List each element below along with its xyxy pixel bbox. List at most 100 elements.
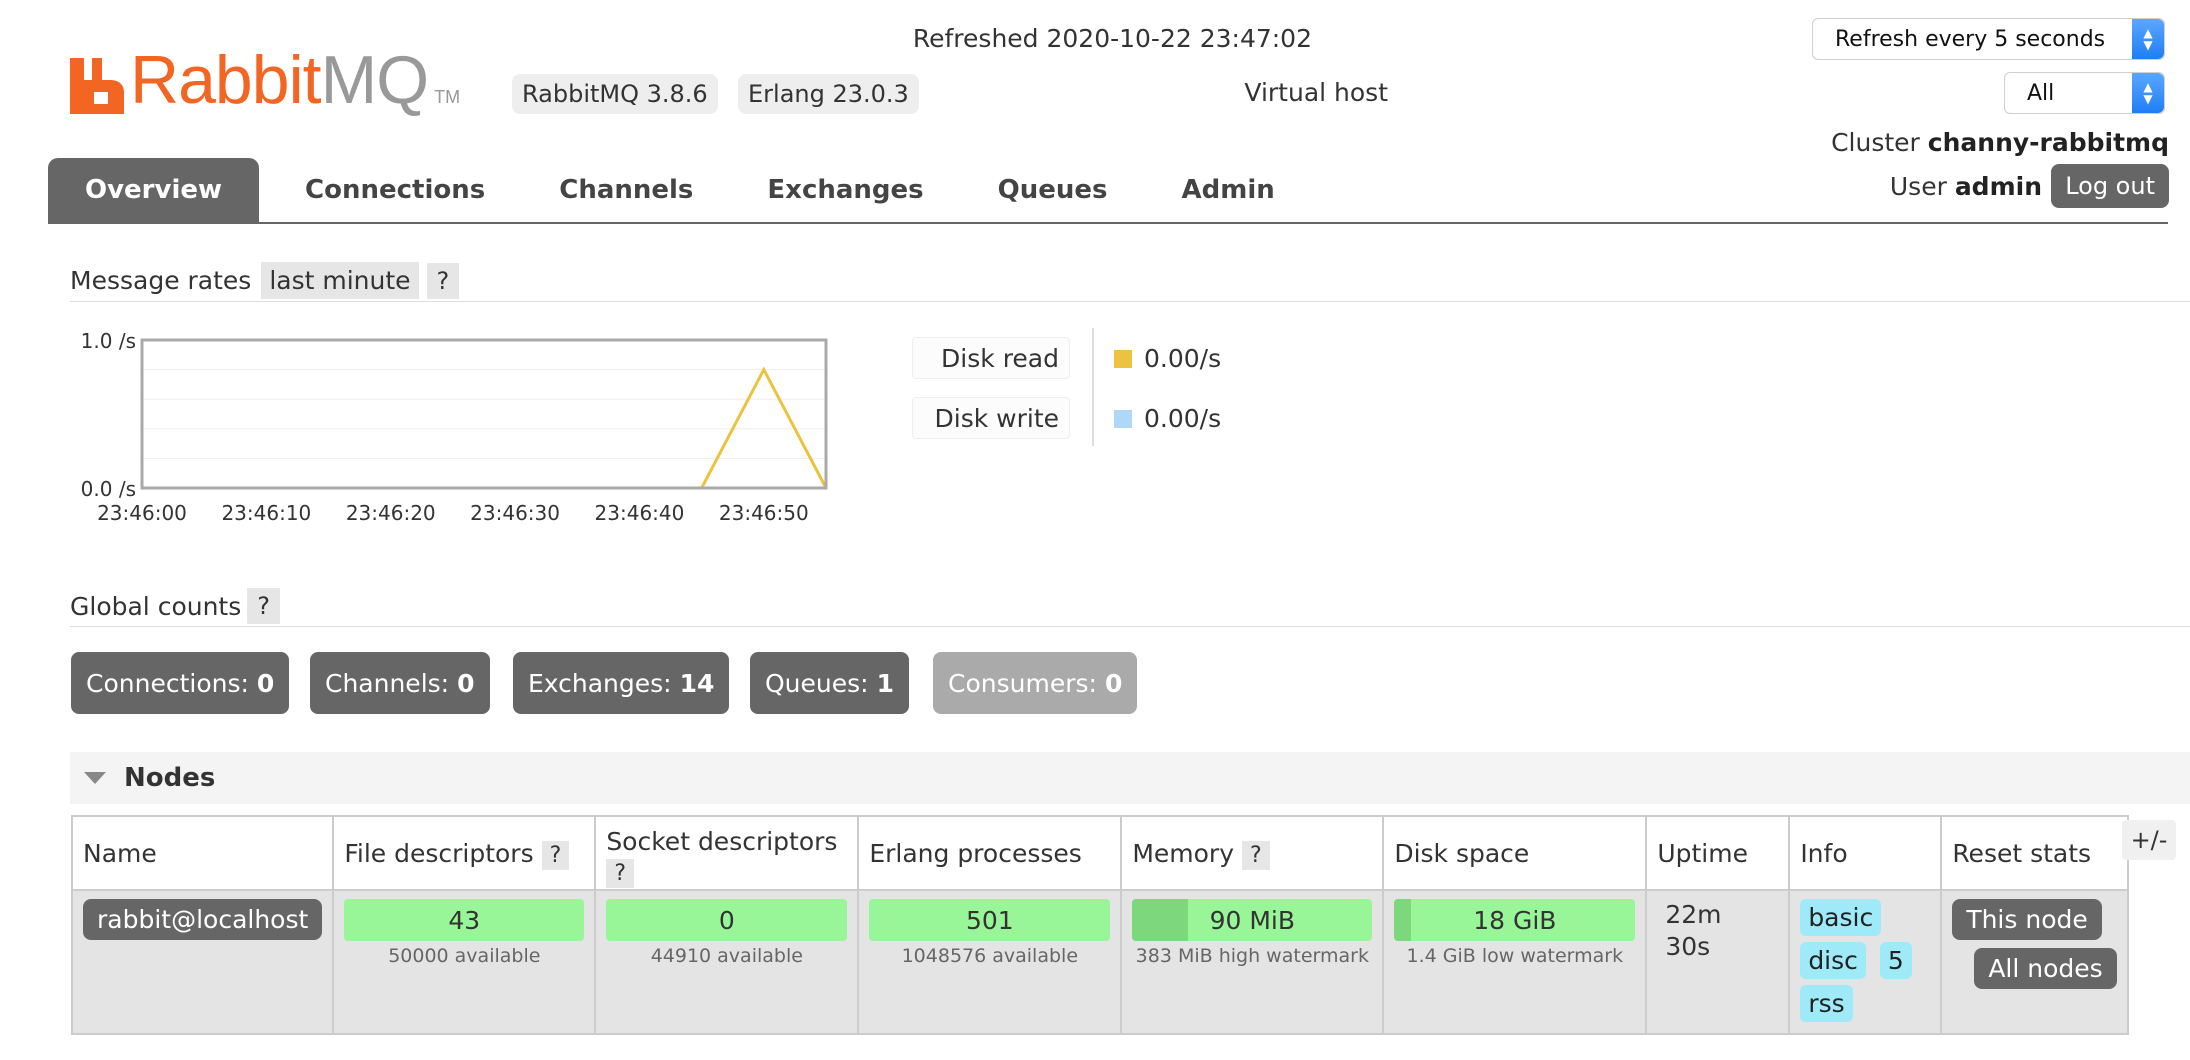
queues-count-label: Queues: (765, 668, 869, 698)
channels-count-value: 0 (457, 668, 475, 698)
logout-button[interactable]: Log out (2051, 164, 2169, 208)
exchanges-count-label: Exchanges: (528, 668, 672, 698)
legend-disk-write[interactable]: Disk write (912, 397, 1070, 439)
channels-count-button[interactable]: Channels: 0 (310, 652, 490, 714)
cell-node-name: rabbit@localhost (70, 889, 335, 1035)
global-counts-title: Global counts (70, 591, 242, 621)
cell-memory: 90 MiB 383 MiB high watermark (1120, 889, 1385, 1035)
queues-count-value: 1 (876, 668, 894, 698)
col-uptime: Uptime (1645, 815, 1791, 891)
reset-this-node-button[interactable]: This node (1952, 899, 2102, 940)
user-name: admin (1954, 172, 2042, 201)
connections-count-button[interactable]: Connections: 0 (71, 652, 290, 714)
legend-disk-read[interactable]: Disk read (912, 337, 1070, 379)
tab-connections[interactable]: Connections (268, 158, 522, 222)
memory-help-button[interactable]: ? (1241, 840, 1270, 870)
section-divider (70, 301, 2190, 302)
y-tick-label: 0.0 /s (81, 477, 136, 501)
disk-space-gauge: 18 GiB (1394, 899, 1636, 941)
col-name: Name (70, 815, 335, 891)
refresh-interval-value: Refresh every 5 seconds (1835, 26, 2106, 52)
memory-gauge: 90 MiB (1132, 899, 1373, 941)
virtual-host-label: Virtual host (1244, 78, 1388, 107)
exchanges-count-value: 14 (679, 668, 715, 698)
uptime-seconds: 30s (1665, 932, 1711, 961)
info-tag-basic: basic (1800, 899, 1882, 936)
memory-watermark: 383 MiB high watermark (1135, 945, 1369, 967)
cluster-name: channy-rabbitmq (1927, 128, 2169, 157)
select-arrows-icon: ▲ ▼ (2132, 19, 2164, 59)
refresh-interval-select[interactable]: Refresh every 5 seconds ▲ ▼ (1812, 18, 2165, 60)
tab-admin[interactable]: Admin (1145, 158, 1312, 222)
message-rates-help-button[interactable]: ? (426, 262, 460, 299)
x-tick-label: 23:46:20 (346, 501, 436, 525)
tab-overview[interactable]: Overview (48, 158, 260, 222)
logo-mq-text: MQ (320, 42, 430, 118)
connections-count-value: 0 (256, 668, 275, 698)
disk-read-rate: 0.00/s (1144, 344, 1222, 373)
consumers-count-label: Consumers: (948, 668, 1097, 698)
columns-toggle-button[interactable]: +/- (2122, 820, 2176, 860)
logo-tm-text: TM (434, 87, 461, 107)
select-arrows-icon: ▲ ▼ (2132, 73, 2164, 113)
x-tick-label: 23:46:40 (595, 501, 685, 525)
consumers-count-button[interactable]: Consumers: 0 (933, 652, 1138, 714)
channels-count-label: Channels: (325, 668, 450, 698)
tab-divider (48, 222, 2168, 224)
file-descriptors-available: 50000 available (388, 945, 541, 967)
node-name-link[interactable]: rabbit@localhost (83, 899, 323, 940)
logo-rabbit-text: Rabbit (130, 42, 322, 118)
tab-exchanges[interactable]: Exchanges (730, 158, 960, 222)
exchanges-count-button[interactable]: Exchanges: 14 (513, 652, 730, 714)
col-disk-space: Disk space (1382, 815, 1648, 891)
legend-disk-read-value: 0.00/s (1114, 344, 1221, 373)
socket-descriptors-gauge: 0 (606, 899, 848, 941)
info-tag-disc: disc (1800, 942, 1866, 979)
info-tag-count: 5 (1879, 942, 1912, 979)
cluster-info: Cluster channy-rabbitmq (1831, 128, 2169, 157)
info-tag-rss: rss (1800, 985, 1853, 1022)
consumers-count-value: 0 (1104, 668, 1123, 698)
user-info: User admin (1890, 172, 2042, 201)
virtual-host-select[interactable]: All ▲ ▼ (2004, 72, 2165, 114)
user-label: User (1889, 172, 1947, 201)
table-row: rabbit@localhost 43 50000 available 0 44… (70, 889, 2129, 1035)
socket-descriptors-help-button[interactable]: ? (606, 859, 634, 888)
message-rates-title: Message rates (70, 266, 252, 295)
nodes-title: Nodes (124, 763, 216, 793)
message-rates-chart: 0.0 /s 1.0 /s 23:46:00 23:46:10 23:46:20 23:4… (81, 330, 828, 525)
virtual-host-value: All (2027, 80, 2055, 106)
cell-reset-stats: This node All nodes (1940, 889, 2129, 1035)
plot-background (142, 340, 826, 488)
message-rates-header: Message rates last minute ? (70, 262, 460, 299)
disk-write-rate: 0.00/s (1144, 404, 1222, 433)
message-rates-range-toggle[interactable]: last minute (261, 262, 419, 299)
col-info: Info (1788, 815, 1943, 891)
cluster-label: Cluster (1831, 128, 1920, 157)
main-nav-tabs: Overview Connections Channels Exchanges … (48, 158, 1312, 222)
col-file-descriptors: File descriptors ? (332, 815, 597, 891)
nodes-section-toggle[interactable]: Nodes (70, 752, 2190, 804)
x-tick-label: 23:46:00 (97, 501, 187, 525)
table-header-row: Name File descriptors ? Socket descripto… (70, 815, 2129, 891)
disk-read-swatch (1114, 349, 1132, 368)
connections-count-label: Connections: (86, 668, 249, 698)
cell-info: basic disc 5 rss (1788, 889, 1943, 1035)
legend-divider (1092, 328, 1094, 446)
tab-channels[interactable]: Channels (522, 158, 730, 222)
cell-uptime: 22m 30s (1645, 889, 1791, 1035)
y-tick-label: 1.0 /s (81, 330, 136, 353)
file-descriptors-help-button[interactable]: ? (541, 840, 570, 870)
rabbitmq-logo: Rabbit MQ TM (70, 44, 460, 114)
tab-queues[interactable]: Queues (961, 158, 1145, 222)
reset-all-nodes-button[interactable]: All nodes (1974, 948, 2117, 989)
memory-gauge-fill (1132, 899, 1188, 941)
erlang-processes-available: 1048576 available (901, 945, 1079, 967)
global-counts-help-button[interactable]: ? (247, 588, 281, 624)
queues-count-button[interactable]: Queues: 1 (750, 652, 909, 714)
disk-space-watermark: 1.4 GiB low watermark (1406, 945, 1624, 967)
section-divider (70, 626, 2190, 627)
legend-disk-write-value: 0.00/s (1114, 404, 1221, 433)
erlang-processes-gauge: 501 (869, 899, 1111, 941)
col-reset-stats: Reset stats (1940, 815, 2129, 891)
